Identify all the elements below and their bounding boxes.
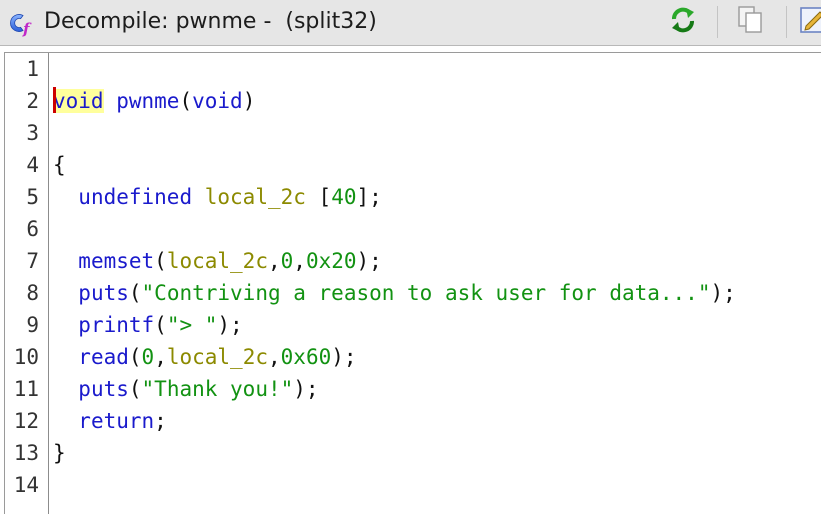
token-function-name[interactable]: pwnme xyxy=(116,89,179,113)
copy-icon xyxy=(734,4,766,41)
token-function-call[interactable]: memset xyxy=(78,249,154,273)
code-line[interactable]: return; xyxy=(53,405,167,437)
token-number[interactable]: 0x20 xyxy=(306,249,357,273)
token-function-call[interactable]: printf xyxy=(78,313,154,337)
decompiler-code-view[interactable]: 1 2 3 4 5 6 7 8 9 10 11 12 13 14 void pw… xyxy=(4,52,821,514)
token-punctuation: , xyxy=(267,249,281,273)
token-punctuation: ( xyxy=(128,345,142,369)
copy-button[interactable] xyxy=(730,4,770,40)
line-number: 1 xyxy=(26,57,39,81)
edit-icon xyxy=(798,4,821,40)
code-line[interactable]: printf("> "); xyxy=(53,309,243,341)
token-punctuation: ) xyxy=(242,89,256,113)
token-string[interactable]: "Thank you!" xyxy=(142,377,294,401)
toolbar-separator xyxy=(786,6,787,38)
token-punctuation: } xyxy=(53,441,66,465)
line-number: 6 xyxy=(26,217,39,241)
edit-button[interactable] xyxy=(798,4,821,40)
token-variable[interactable]: local_2c xyxy=(167,249,268,273)
token-punctuation: ); xyxy=(356,249,382,273)
token-number[interactable]: 0 xyxy=(142,345,155,369)
code-line[interactable]: { xyxy=(53,149,66,181)
line-number: 12 xyxy=(13,409,39,433)
text-cursor xyxy=(53,87,56,113)
line-number: 14 xyxy=(13,473,39,497)
line-number-gutter: 1 2 3 4 5 6 7 8 9 10 11 12 13 14 xyxy=(5,53,49,514)
title-bar: f Decompile: pwnme - (split32) xyxy=(0,0,821,46)
code-line[interactable]: undefined local_2c [40]; xyxy=(53,181,382,213)
token-punctuation: { xyxy=(53,153,66,177)
line-number: 9 xyxy=(26,313,39,337)
token-punctuation: ( xyxy=(154,313,167,337)
code-area[interactable]: void pwnme(void) { undefined local_2c [4… xyxy=(53,53,821,514)
token-punctuation: ); xyxy=(217,313,243,337)
token-punctuation: ); xyxy=(710,281,736,305)
token-function-call[interactable]: puts xyxy=(78,281,129,305)
line-number: 4 xyxy=(26,153,39,177)
code-line[interactable]: memset(local_2c,0,0x20); xyxy=(53,245,382,277)
svg-text:f: f xyxy=(22,20,32,37)
token-number[interactable]: 40 xyxy=(331,185,356,209)
line-number: 2 xyxy=(26,89,39,113)
token-punctuation: [ xyxy=(305,185,332,209)
token-punctuation: ; xyxy=(154,409,167,433)
token-keyword[interactable]: return xyxy=(78,409,154,433)
line-number: 3 xyxy=(26,121,39,145)
token-punctuation: , xyxy=(268,345,281,369)
code-line[interactable]: read(0,local_2c,0x60); xyxy=(53,341,357,373)
token-number[interactable]: 0x60 xyxy=(281,345,332,369)
code-line[interactable]: puts("Thank you!"); xyxy=(53,373,319,405)
line-number: 13 xyxy=(13,441,39,465)
token-variable[interactable]: local_2c xyxy=(205,185,306,209)
token-punctuation: , xyxy=(293,249,306,273)
refresh-button[interactable] xyxy=(664,4,702,40)
token-string[interactable]: "Contriving a reason to ask user for dat… xyxy=(142,281,711,305)
token-function-call[interactable]: puts xyxy=(78,377,129,401)
token-punctuation: ( xyxy=(128,377,142,401)
token-keyword[interactable]: void xyxy=(192,89,243,113)
token-punctuation: ]; xyxy=(356,185,382,209)
line-number: 7 xyxy=(26,249,39,273)
token-function-call[interactable]: read xyxy=(78,345,129,369)
toolbar-separator xyxy=(717,6,718,38)
line-number: 10 xyxy=(13,345,39,369)
token-punctuation: ( xyxy=(128,281,142,305)
token-punctuation: ); xyxy=(331,345,357,369)
decompiler-window: f Decompile: pwnme - (split32) 1 2 3 4 5… xyxy=(0,0,821,514)
token-punctuation: ( xyxy=(179,89,193,113)
token-variable[interactable]: local_2c xyxy=(167,345,268,369)
decompiler-cf-icon: f xyxy=(4,9,40,38)
line-number: 5 xyxy=(26,185,39,209)
token-punctuation: ); xyxy=(293,377,319,401)
token-number[interactable]: 0 xyxy=(281,249,294,273)
code-line[interactable]: } xyxy=(53,437,66,469)
window-title: Decompile: pwnme - (split32) xyxy=(44,9,377,34)
refresh-icon xyxy=(667,4,699,41)
line-number: 8 xyxy=(26,281,39,305)
token-punctuation: , xyxy=(154,345,167,369)
line-number: 11 xyxy=(13,377,39,401)
token-punctuation: ( xyxy=(154,249,167,273)
code-line[interactable]: puts("Contriving a reason to ask user fo… xyxy=(53,277,736,309)
token-type[interactable]: undefined xyxy=(78,185,192,209)
token-string[interactable]: "> " xyxy=(167,313,218,337)
token-keyword-highlighted[interactable]: void xyxy=(53,89,104,113)
code-line[interactable]: void pwnme(void) xyxy=(53,85,255,117)
